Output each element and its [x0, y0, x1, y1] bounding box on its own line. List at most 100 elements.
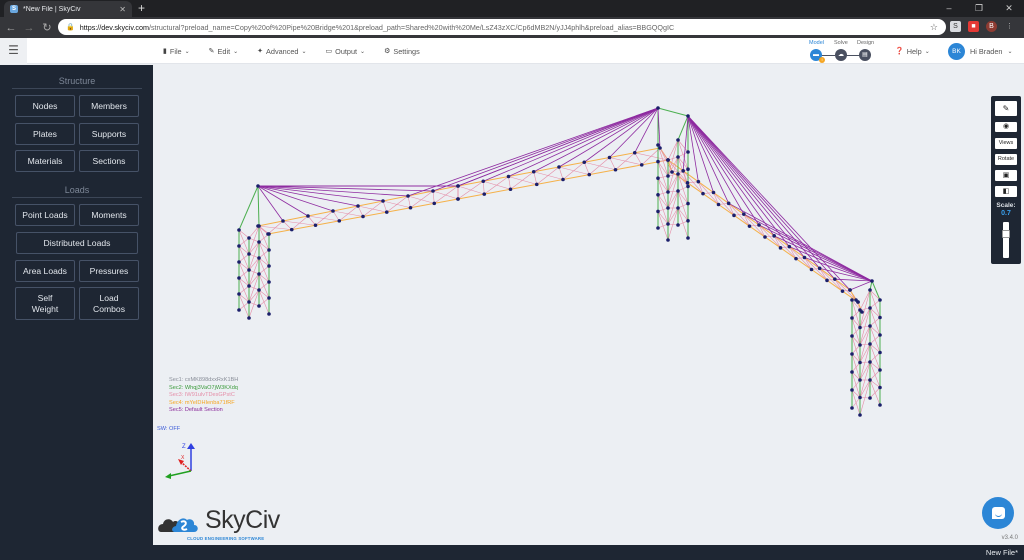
node[interactable]: [676, 223, 680, 227]
deck-chord[interactable]: [362, 211, 387, 217]
node[interactable]: [267, 280, 271, 284]
cable[interactable]: [457, 107, 659, 187]
deck-brace[interactable]: [407, 195, 411, 208]
node[interactable]: [850, 352, 854, 356]
cable[interactable]: [849, 280, 873, 291]
node[interactable]: [306, 214, 310, 218]
tower-brace[interactable]: [248, 289, 260, 303]
node[interactable]: [408, 205, 413, 210]
node[interactable]: [868, 342, 872, 346]
node[interactable]: [582, 160, 587, 165]
node[interactable]: [676, 138, 680, 142]
node[interactable]: [701, 191, 705, 196]
node[interactable]: [686, 114, 690, 118]
deck-chord[interactable]: [834, 278, 851, 291]
node[interactable]: [870, 279, 874, 283]
node[interactable]: [686, 150, 690, 154]
node[interactable]: [878, 333, 882, 337]
tower-brace[interactable]: [238, 301, 250, 311]
deck-chord[interactable]: [434, 198, 459, 204]
cable[interactable]: [687, 115, 760, 226]
node[interactable]: [607, 155, 612, 160]
model-viewport[interactable]: Sec1: cxMK898dxxRxK1BH Sec2: Whqj3VaO7jW…: [153, 65, 1024, 545]
node[interactable]: [256, 184, 260, 188]
tower-brace[interactable]: [248, 273, 260, 287]
node[interactable]: [716, 202, 721, 207]
node[interactable]: [247, 268, 251, 272]
node[interactable]: [817, 266, 822, 271]
edit-pencil-button[interactable]: ✎: [995, 101, 1017, 116]
rotate-button[interactable]: Rotate: [995, 154, 1017, 165]
node[interactable]: [686, 201, 690, 206]
deck-chord[interactable]: [282, 215, 309, 222]
node[interactable]: [613, 167, 618, 172]
tower-brace[interactable]: [258, 297, 270, 307]
deck-chord[interactable]: [811, 269, 828, 281]
close-window-button[interactable]: ✕: [994, 0, 1024, 17]
tower-brace[interactable]: [248, 257, 260, 287]
node[interactable]: [825, 278, 829, 283]
node[interactable]: [557, 165, 561, 169]
area-loads-button[interactable]: Area Loads: [15, 260, 75, 282]
supports-button[interactable]: Supports: [79, 123, 139, 145]
node[interactable]: [850, 334, 854, 338]
deck-brace[interactable]: [558, 166, 564, 180]
node[interactable]: [237, 276, 241, 280]
node[interactable]: [878, 368, 882, 372]
node[interactable]: [686, 219, 690, 223]
node[interactable]: [656, 159, 660, 164]
cable[interactable]: [407, 107, 659, 197]
node[interactable]: [685, 181, 690, 185]
node[interactable]: [237, 292, 241, 296]
node[interactable]: [247, 252, 251, 256]
self-weight-button[interactable]: Self Weight: [15, 287, 75, 320]
node[interactable]: [742, 212, 746, 216]
pylon-leg[interactable]: [238, 185, 259, 231]
node[interactable]: [406, 194, 410, 198]
tower-brace[interactable]: [657, 211, 669, 225]
node[interactable]: [656, 209, 660, 214]
cable[interactable]: [687, 115, 851, 291]
menu-file[interactable]: ▮ File ⌄: [163, 47, 190, 56]
tower-brace[interactable]: [869, 299, 881, 309]
profile-avatar[interactable]: B: [986, 21, 997, 32]
tower-brace[interactable]: [667, 207, 679, 225]
scale-slider[interactable]: [1002, 222, 1010, 258]
tower-brace[interactable]: [238, 237, 250, 247]
node[interactable]: [639, 163, 644, 167]
pylon-leg[interactable]: [257, 185, 260, 227]
distributed-loads-button[interactable]: Distributed Loads: [16, 232, 138, 254]
design-step-button[interactable]: ▤: [859, 49, 871, 61]
node[interactable]: [878, 385, 882, 390]
pressures-button[interactable]: Pressures: [79, 260, 139, 282]
pylon-leg[interactable]: [657, 107, 689, 117]
tower-brace[interactable]: [258, 249, 270, 259]
node[interactable]: [840, 289, 845, 293]
node[interactable]: [337, 219, 342, 223]
deck-brace[interactable]: [583, 162, 590, 175]
node[interactable]: [757, 223, 761, 227]
node[interactable]: [726, 201, 731, 206]
tower-brace[interactable]: [667, 190, 679, 209]
deck-brace[interactable]: [589, 157, 610, 175]
deck-chord[interactable]: [257, 220, 284, 227]
moments-button[interactable]: Moments: [79, 204, 139, 226]
node[interactable]: [247, 236, 251, 240]
cable[interactable]: [584, 107, 659, 163]
node[interactable]: [868, 306, 872, 310]
node[interactable]: [809, 267, 814, 272]
node[interactable]: [313, 223, 318, 228]
node[interactable]: [237, 260, 241, 264]
arrow-left-icon[interactable]: ←: [4, 22, 18, 34]
scale-slider-thumb[interactable]: [1002, 230, 1010, 239]
3d-view-button[interactable]: ◧: [995, 186, 1017, 197]
load-combos-button[interactable]: Load Combos: [79, 287, 139, 320]
views-button[interactable]: Views: [995, 138, 1017, 149]
tower-brace[interactable]: [248, 241, 260, 271]
node[interactable]: [794, 256, 798, 261]
node[interactable]: [868, 360, 872, 364]
deck-chord[interactable]: [410, 202, 435, 209]
node[interactable]: [531, 169, 536, 174]
deck-brace[interactable]: [282, 220, 292, 230]
deck-brace[interactable]: [609, 157, 616, 170]
